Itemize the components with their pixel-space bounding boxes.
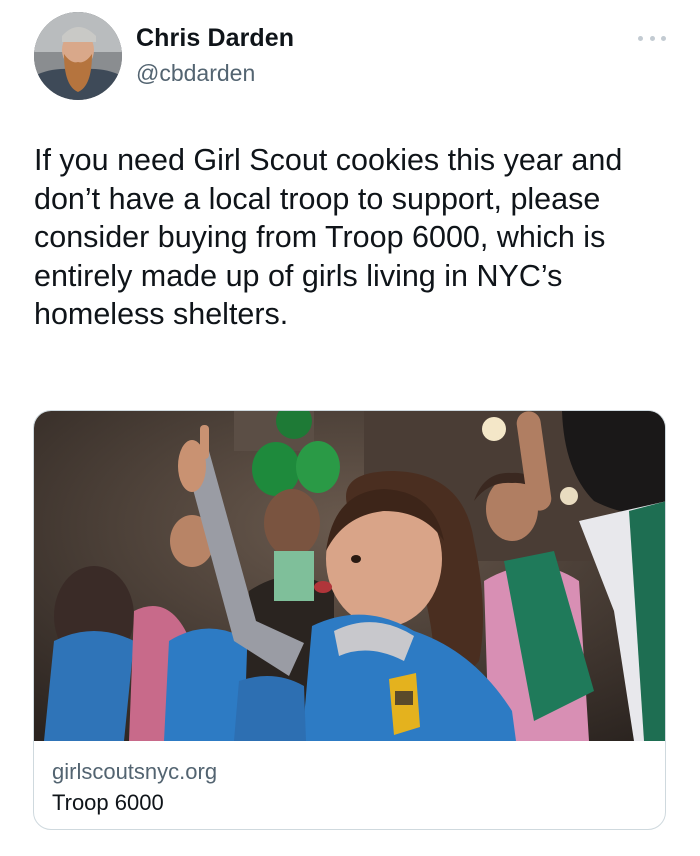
link-title: Troop 6000 xyxy=(52,790,164,815)
author-display-name[interactable]: Chris Darden xyxy=(136,24,294,53)
tweet: Chris Darden @cbdarden If you need Girl … xyxy=(0,0,700,856)
avatar-photo xyxy=(34,12,122,100)
more-options-icon[interactable] xyxy=(638,28,666,48)
link-preview-card[interactable]: girlscoutsnyc.org Troop 6000 xyxy=(33,410,666,830)
girl-scouts-photo xyxy=(34,411,665,741)
author-avatar[interactable] xyxy=(34,12,122,100)
more-dot xyxy=(661,35,666,41)
tweet-text: If you need Girl Scout cookies this year… xyxy=(34,143,623,331)
more-dot xyxy=(638,35,643,41)
more-dot xyxy=(649,35,655,41)
author-handle[interactable]: @cbdarden xyxy=(136,60,255,87)
link-domain: girlscoutsnyc.org xyxy=(52,759,218,784)
link-preview-image xyxy=(34,411,665,741)
